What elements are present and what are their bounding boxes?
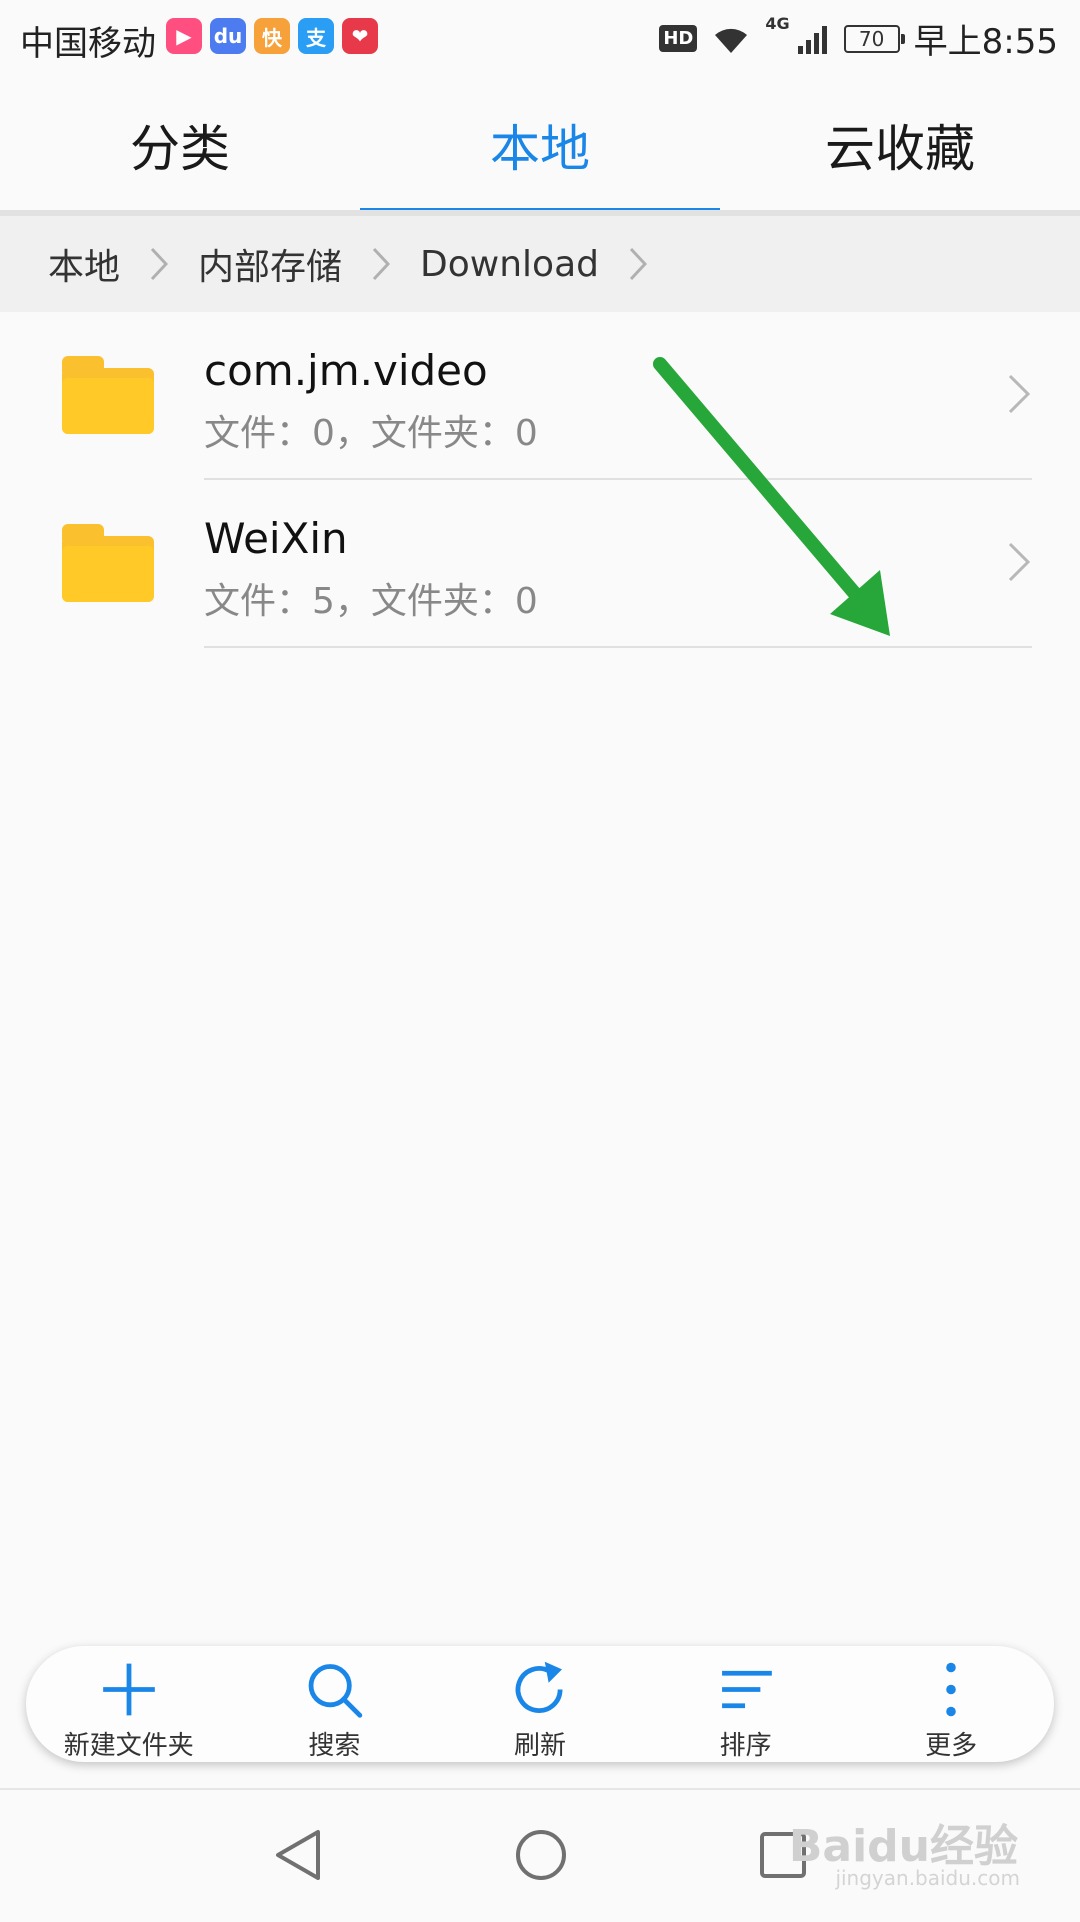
tab-cloud-favorites[interactable]: 云收藏 — [720, 76, 1080, 214]
folder-icon — [62, 356, 154, 434]
folder-info: 文件：5，文件夹：0 — [204, 581, 538, 622]
clock: 早上8:55 — [913, 22, 1058, 62]
bottom-toolbar: 新建文件夹 搜索 刷新 排序 更多 — [26, 1646, 1054, 1762]
more-button[interactable]: 更多 — [848, 1646, 1054, 1762]
wifi-icon — [715, 28, 748, 53]
search-button[interactable]: 搜索 — [232, 1646, 438, 1762]
alipay-app-icon: 支 — [298, 18, 334, 54]
status-bar: 中国移动 ▶ du 快 支 ❤ HD 4G 70 早上8:55 — [0, 0, 1080, 76]
baidu-app-icon: du — [210, 18, 246, 54]
tab-category[interactable]: 分类 — [0, 76, 360, 214]
tab-bar: 分类 本地 云收藏 — [0, 76, 1080, 214]
search-label: 搜索 — [308, 1731, 361, 1761]
refresh-icon — [515, 1661, 563, 1713]
video-app-icon: ▶ — [166, 18, 202, 54]
hd-icon: HD — [659, 25, 698, 52]
chevron-right-icon — [1008, 542, 1030, 582]
folder-name: com.jm.video — [204, 346, 488, 395]
signal-icon — [797, 25, 827, 54]
folder-name: WeiXin — [204, 514, 348, 563]
search-icon — [309, 1664, 363, 1718]
breadcrumb-local[interactable]: 本地 — [48, 238, 120, 290]
annotation-arrow-icon — [653, 357, 890, 636]
carrier-name: 中国移动 — [20, 24, 156, 64]
back-icon[interactable] — [272, 1828, 326, 1882]
more-label: 更多 — [925, 1731, 978, 1761]
list-item[interactable]: WeiXin 文件：5，文件夹：0 — [0, 480, 1080, 648]
battery-icon: 70 — [843, 24, 905, 53]
sort-icon — [721, 1670, 772, 1709]
tab-local[interactable]: 本地 — [360, 76, 720, 214]
list-item[interactable]: com.jm.video 文件：0，文件夹：0 — [0, 312, 1080, 480]
folder-icon — [62, 524, 154, 602]
notification-icons: ▶ du 快 支 ❤ — [166, 18, 378, 54]
breadcrumb: 本地 内部存储 Download — [0, 216, 1080, 312]
sort-button[interactable]: 排序 — [643, 1646, 849, 1762]
sort-label: 排序 — [719, 1731, 772, 1761]
watermark-url: jingyan.baidu.com — [835, 1866, 1020, 1890]
new-folder-button[interactable]: 新建文件夹 — [26, 1646, 232, 1762]
breadcrumb-download[interactable]: Download — [420, 244, 599, 285]
kuai-app-icon: 快 — [254, 18, 290, 54]
plus-icon — [102, 1663, 155, 1716]
folder-info: 文件：0，文件夹：0 — [204, 413, 538, 454]
watermark-logo: Baidu经验 — [788, 1821, 1018, 1872]
chevron-right-icon — [1008, 374, 1030, 414]
divider — [204, 646, 1032, 648]
network-type: 4G — [765, 14, 790, 33]
folder-list: com.jm.video 文件：0，文件夹：0 WeiXin 文件：5，文件夹：… — [0, 312, 1080, 648]
refresh-button[interactable]: 刷新 — [437, 1646, 643, 1762]
chevron-right-icon — [629, 247, 647, 281]
more-vertical-icon — [946, 1662, 956, 1717]
chevron-right-icon — [150, 247, 169, 281]
breadcrumb-internal-storage[interactable]: 内部存储 — [198, 238, 342, 290]
chevron-right-icon — [372, 247, 391, 281]
new-folder-label: 新建文件夹 — [63, 1731, 194, 1761]
home-icon[interactable] — [514, 1828, 568, 1882]
refresh-label: 刷新 — [513, 1731, 566, 1761]
gift-app-icon: ❤ — [342, 18, 378, 54]
